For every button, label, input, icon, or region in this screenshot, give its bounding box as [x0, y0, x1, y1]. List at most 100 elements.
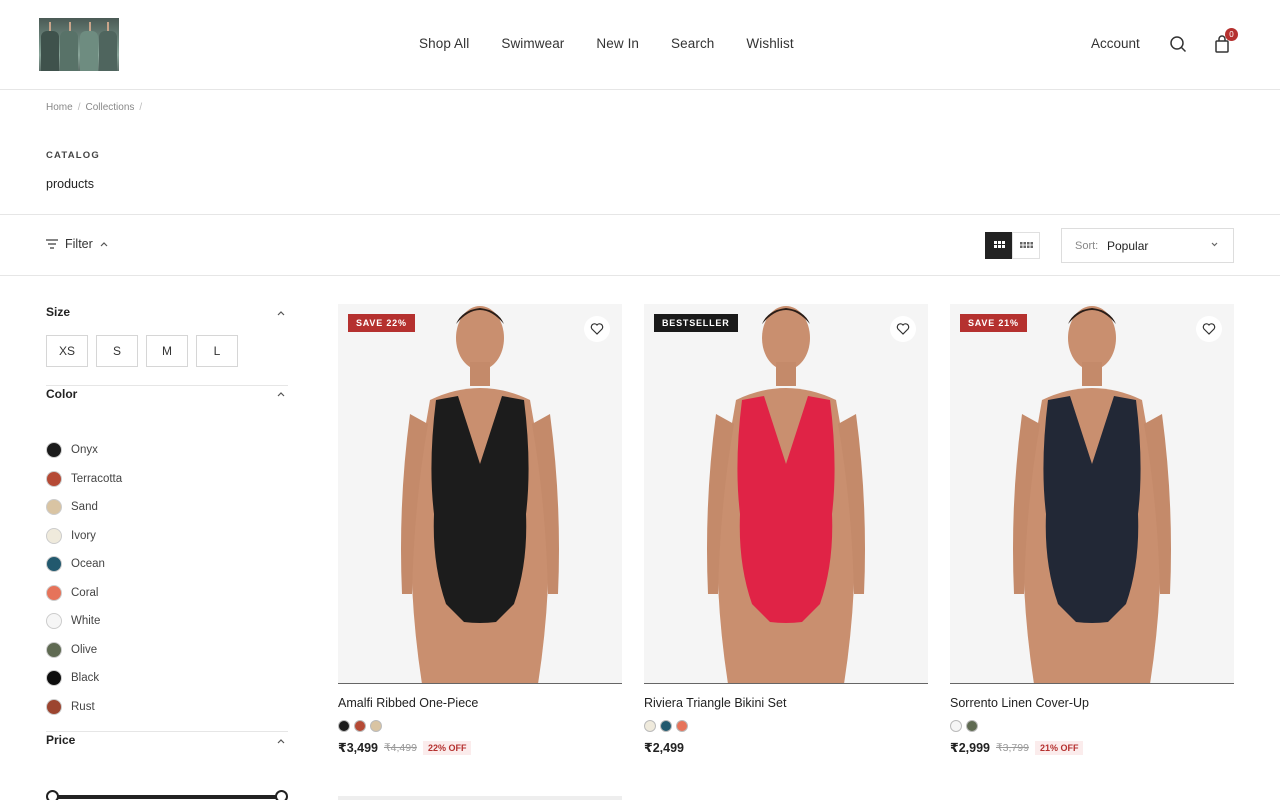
size-facet-title[interactable]: Size — [46, 305, 70, 319]
product-color-swatches — [644, 720, 688, 732]
filter-label: Filter — [65, 237, 93, 251]
color-option-label: Sand — [71, 501, 98, 514]
size-option-xs[interactable]: XS — [46, 335, 88, 367]
size-option-s[interactable]: S — [96, 335, 138, 367]
listing-toolbar: Filter Sort: Popular — [0, 214, 1280, 276]
heart-icon — [1202, 323, 1216, 335]
color-swatch — [46, 556, 62, 573]
model-photo — [707, 306, 865, 683]
price-facet-title[interactable]: Price — [46, 733, 75, 747]
model-photo — [1013, 306, 1171, 683]
grid-view-button[interactable] — [985, 232, 1013, 259]
nav-wishlist[interactable]: Wishlist — [746, 36, 793, 51]
color-option-coral[interactable]: Coral — [46, 579, 122, 608]
sort-value: Popular — [1107, 239, 1149, 253]
main-nav: Shop All Swimwear New In Search Wishlist — [419, 36, 826, 51]
color-option-onyx[interactable]: Onyx — [46, 436, 122, 465]
site-header: Shop All Swimwear New In Search Wishlist… — [0, 0, 1280, 90]
account-link[interactable]: Account — [1091, 36, 1140, 51]
price-min-handle[interactable] — [46, 790, 59, 800]
breadcrumb-home[interactable]: Home — [46, 102, 73, 113]
color-swatch — [46, 470, 62, 487]
filter-icon — [46, 239, 58, 249]
discount-badge: 21% OFF — [1034, 740, 1084, 755]
filter-toggle-button[interactable]: Filter — [46, 237, 108, 251]
product-swatch[interactable] — [644, 720, 656, 732]
color-option-label: Black — [71, 672, 100, 685]
product-swatch[interactable] — [950, 720, 962, 732]
product-swatch[interactable] — [370, 720, 382, 732]
product-image[interactable]: SAVE 21% — [950, 304, 1234, 684]
size-option-m[interactable]: M — [146, 335, 188, 367]
product-swatch[interactable] — [676, 720, 688, 732]
color-option-label: Terracotta — [71, 472, 123, 485]
catalog-eyebrow: CATALOG — [46, 150, 100, 161]
product-card[interactable]: SAVE 21% Sorrento Linen Cover-Up ₹2,999 … — [950, 304, 1234, 755]
wishlist-button[interactable] — [890, 316, 916, 342]
chevron-up-icon[interactable] — [277, 390, 285, 398]
product-price: ₹2,499 — [644, 740, 684, 755]
chevron-up-icon[interactable] — [277, 309, 285, 317]
product-price: ₹3,499 ₹4,499 22% OFF — [338, 740, 472, 755]
color-options: Onyx Terracotta Sand Ivory Ocean Coral White Ol… — [46, 436, 122, 721]
product-card[interactable]: SAVE 22% Amalfi Ribbed One-Piece ₹3,499 … — [338, 304, 622, 755]
color-option-ocean[interactable]: Ocean — [46, 550, 122, 579]
color-option-white[interactable]: White — [46, 607, 122, 636]
dense-grid-view-button[interactable] — [1012, 232, 1040, 259]
product-name[interactable]: Sorrento Linen Cover-Up — [950, 696, 1089, 710]
wishlist-button[interactable] — [584, 316, 610, 342]
product-badge: SAVE 22% — [348, 314, 415, 332]
page-title: products — [46, 177, 94, 191]
heart-icon — [590, 323, 604, 335]
divider — [46, 731, 288, 732]
color-swatch — [46, 613, 62, 630]
chevron-up-icon[interactable] — [277, 737, 285, 745]
product-swatch[interactable] — [354, 720, 366, 732]
product-swatch[interactable] — [660, 720, 672, 732]
color-swatch — [46, 584, 62, 601]
chevron-up-icon — [100, 242, 108, 247]
product-image[interactable]: BESTSELLER — [644, 304, 928, 684]
product-color-swatches — [950, 720, 978, 732]
next-row-product-preview — [338, 796, 622, 800]
wishlist-button[interactable] — [1196, 316, 1222, 342]
color-option-label: Rust — [71, 700, 95, 713]
nav-search[interactable]: Search — [671, 36, 714, 51]
color-option-label: Coral — [71, 586, 99, 599]
nav-swimwear[interactable]: Swimwear — [501, 36, 564, 51]
breadcrumb: Home / Collections / — [46, 102, 143, 113]
price-max-handle[interactable] — [275, 790, 288, 800]
brand-logo[interactable] — [39, 18, 119, 71]
color-option-sand[interactable]: Sand — [46, 493, 122, 522]
product-badge: SAVE 21% — [960, 314, 1027, 332]
size-option-l[interactable]: L — [196, 335, 238, 367]
current-price: ₹3,499 — [338, 741, 378, 755]
color-option-label: White — [71, 615, 101, 628]
product-swatch[interactable] — [338, 720, 350, 732]
product-name[interactable]: Amalfi Ribbed One-Piece — [338, 696, 478, 710]
product-card[interactable]: BESTSELLER Riviera Triangle Bikini Set ₹… — [644, 304, 928, 755]
product-badge: BESTSELLER — [654, 314, 738, 332]
color-option-ivory[interactable]: Ivory — [46, 522, 122, 551]
color-facet-title[interactable]: Color — [46, 387, 77, 401]
nav-shop-all[interactable]: Shop All — [419, 36, 469, 51]
product-name[interactable]: Riviera Triangle Bikini Set — [644, 696, 786, 710]
color-swatch — [46, 670, 62, 687]
product-image[interactable]: SAVE 22% — [338, 304, 622, 684]
color-option-black[interactable]: Black — [46, 664, 122, 693]
search-icon[interactable] — [1169, 35, 1187, 53]
sort-select[interactable]: Sort: Popular — [1061, 228, 1234, 263]
color-swatch — [46, 499, 62, 516]
size-options: XS S M L — [46, 335, 238, 367]
color-option-label: Ocean — [71, 558, 105, 571]
product-swatch[interactable] — [966, 720, 978, 732]
breadcrumb-collections[interactable]: Collections — [85, 102, 134, 113]
price-range-slider[interactable] — [46, 790, 288, 800]
nav-new-in[interactable]: New In — [596, 36, 639, 51]
current-price: ₹2,999 — [950, 741, 990, 755]
color-option-terracotta[interactable]: Terracotta — [46, 465, 122, 494]
color-swatch — [46, 527, 62, 544]
color-option-rust[interactable]: Rust — [46, 693, 122, 722]
cart-count-badge: 0 — [1225, 28, 1238, 41]
color-option-olive[interactable]: Olive — [46, 636, 122, 665]
